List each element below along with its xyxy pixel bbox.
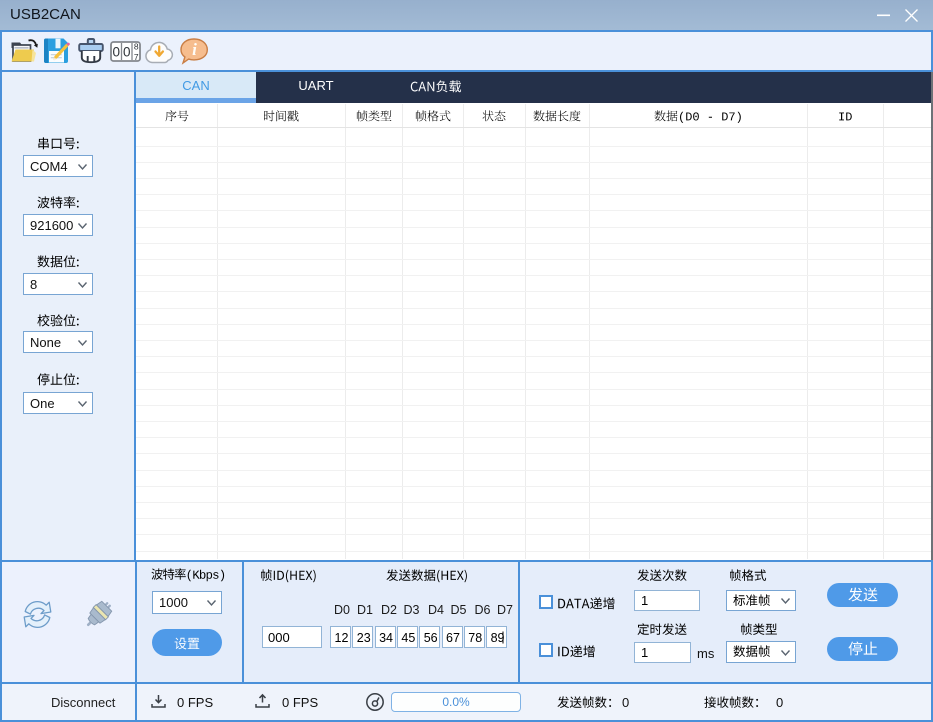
svg-text:0: 0 <box>123 45 131 60</box>
svg-text:0: 0 <box>113 45 121 60</box>
svg-text:8: 8 <box>134 42 139 52</box>
svg-text:7: 7 <box>134 52 139 62</box>
svg-text:i: i <box>192 40 197 59</box>
